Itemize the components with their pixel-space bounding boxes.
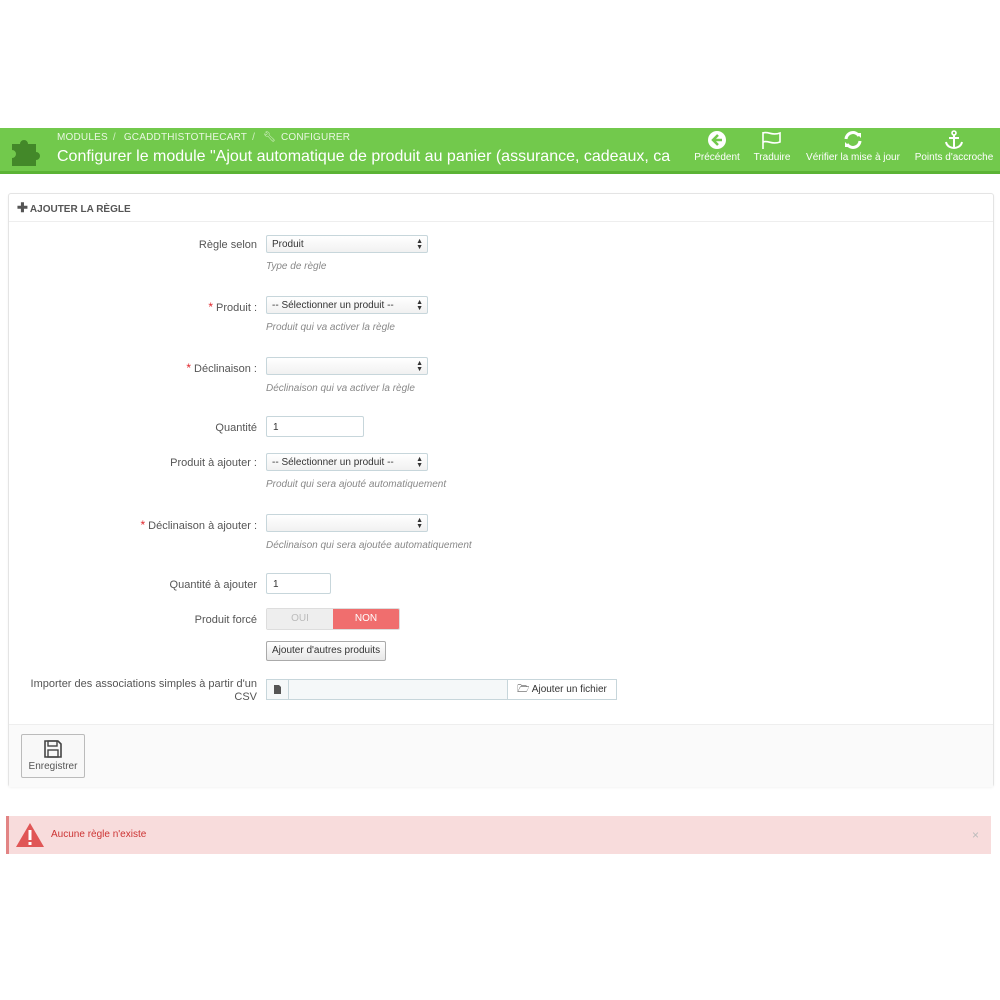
toolbar-hooks-button[interactable]: Points d'accroche	[913, 128, 995, 171]
toolbar-previous-button[interactable]: Précédent	[694, 128, 740, 171]
forced-product-yes[interactable]: OUI	[267, 609, 333, 629]
toolbar-previous-label: Précédent	[694, 152, 740, 163]
panel-heading-label: AJOUTER LA RÈGLE	[29, 204, 131, 215]
anchor-icon	[945, 130, 963, 150]
rule-by-value: Produit	[272, 239, 304, 250]
file-icon	[274, 685, 281, 694]
close-icon[interactable]: ×	[972, 828, 979, 842]
required-asterisk: *	[208, 300, 214, 314]
quantity-input[interactable]: 1	[266, 416, 364, 437]
wrench-icon: 🔧︎	[263, 132, 276, 143]
toolbar-translate-label: Traduire	[753, 152, 791, 163]
toolbar-check-update-button[interactable]: Vérifier la mise à jour	[803, 128, 903, 171]
toolbar-check-update-label: Vérifier la mise à jour	[806, 152, 900, 163]
toolbar-translate-button[interactable]: Traduire	[752, 128, 792, 171]
add-file-label: Ajouter un fichier	[531, 684, 607, 695]
declension-to-add-label: * Déclinaison à ajouter :	[140, 518, 257, 532]
arrow-left-circle-icon	[708, 131, 726, 149]
quantity-to-add-input[interactable]: 1	[266, 573, 331, 594]
no-rule-alert: Aucune règle n'existe ×	[6, 816, 991, 854]
breadcrumb-modules[interactable]: MODULES	[57, 132, 108, 143]
product-to-add-value: -- Sélectionner un produit --	[272, 457, 394, 468]
import-csv-label: Importer des associations simples à part…	[30, 678, 257, 703]
required-asterisk: *	[140, 518, 146, 532]
quantity-label: Quantité	[215, 422, 257, 434]
select-arrows-icon: ▲ ▼	[416, 360, 423, 373]
page-title: Configurer le module "Ajout automatique …	[57, 148, 671, 165]
declension-select[interactable]: ▲ ▼	[266, 357, 428, 375]
declension-help: Déclinaison qui va activer la règle	[266, 383, 415, 394]
add-other-products-button[interactable]: Ajouter d'autres produits	[266, 641, 387, 661]
csv-file-input-group: 🗁︎ Ajouter un fichier	[266, 679, 617, 700]
refresh-icon	[844, 131, 862, 149]
toolbar-hooks-label: Points d'accroche	[914, 152, 994, 163]
select-arrows-icon: ▲ ▼	[416, 299, 423, 312]
select-arrows-icon: ▲ ▼	[416, 456, 423, 469]
save-button[interactable]: Enregistrer	[21, 734, 85, 778]
required-asterisk: *	[186, 361, 192, 375]
add-rule-panel: ✚ AJOUTER LA RÈGLE Règle selon Produit ▲ ▼…	[8, 193, 994, 787]
panel-footer: Enregistrer	[9, 724, 993, 787]
product-to-add-label: Produit à ajouter :	[170, 457, 257, 469]
csv-file-name-field[interactable]	[289, 679, 507, 700]
folder-open-icon: 🗁︎	[517, 684, 530, 695]
rule-by-label: Règle selon	[198, 239, 257, 251]
floppy-disk-icon	[44, 740, 62, 758]
product-help: Produit qui va activer la règle	[266, 322, 395, 333]
declension-to-add-help: Déclinaison qui sera ajoutée automatique…	[266, 540, 472, 551]
panel-heading: ✚ AJOUTER LA RÈGLE	[9, 194, 993, 222]
forced-product-switch: OUI NON	[266, 608, 400, 630]
select-arrows-icon: ▲ ▼	[416, 517, 423, 530]
file-addon	[266, 679, 289, 700]
plus-icon: ✚	[17, 200, 28, 215]
puzzle-icon	[12, 140, 40, 166]
declension-to-add-select[interactable]: ▲ ▼	[266, 514, 428, 532]
alert-message: Aucune règle n'existe	[51, 829, 147, 840]
warning-icon	[16, 823, 44, 847]
product-select[interactable]: -- Sélectionner un produit -- ▲ ▼	[266, 296, 428, 314]
breadcrumb: MODULES / GCADDTHISTOTHECART / 🔧︎ CONFIGURE…	[57, 132, 351, 143]
add-file-button[interactable]: 🗁︎ Ajouter un fichier	[507, 679, 617, 700]
quantity-to-add-label: Quantité à ajouter	[169, 579, 257, 591]
rule-by-help: Type de règle	[266, 261, 327, 272]
declension-label: * Déclinaison :	[186, 361, 257, 375]
product-value: -- Sélectionner un produit --	[272, 300, 394, 311]
save-label: Enregistrer	[28, 761, 78, 772]
product-label: * Produit :	[208, 300, 257, 314]
product-to-add-help: Produit qui sera ajouté automatiquement	[266, 479, 447, 490]
forced-product-no[interactable]: NON	[333, 609, 399, 629]
forced-product-label: Produit forcé	[194, 614, 257, 626]
rule-by-select[interactable]: Produit ▲ ▼	[266, 235, 428, 253]
product-to-add-select[interactable]: -- Sélectionner un produit -- ▲ ▼	[266, 453, 428, 471]
module-header: MODULES / GCADDTHISTOTHECART / 🔧︎ CONFIGURE…	[0, 128, 1000, 174]
flag-icon	[762, 131, 781, 149]
select-arrows-icon: ▲ ▼	[416, 238, 423, 251]
breadcrumb-module-name[interactable]: GCADDTHISTOTHECART	[124, 132, 247, 143]
breadcrumb-configure: CONFIGURER	[280, 132, 351, 143]
